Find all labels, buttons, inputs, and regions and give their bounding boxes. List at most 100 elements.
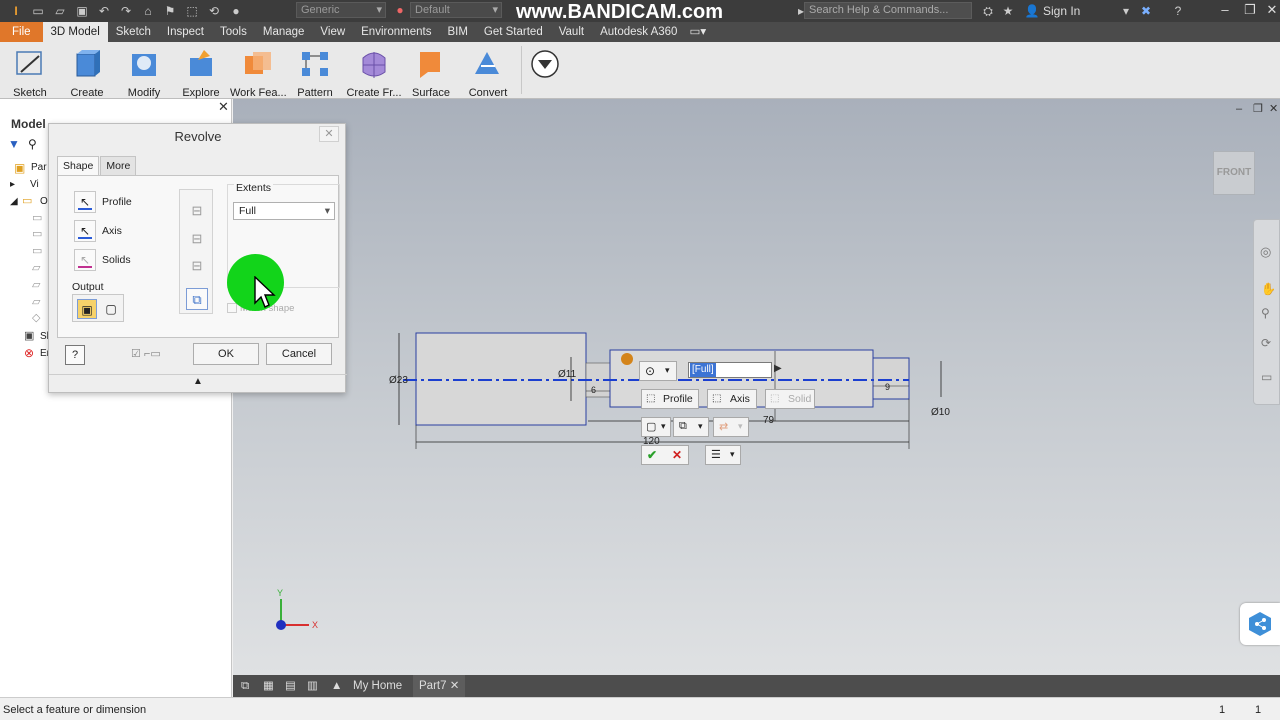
tab-file[interactable]: File: [0, 22, 43, 42]
home-icon[interactable]: ⌂: [140, 4, 156, 18]
tab-close-icon[interactable]: ✕: [450, 680, 460, 692]
measure-icon[interactable]: ⟲: [206, 4, 222, 18]
help-icon[interactable]: ?: [1170, 4, 1186, 18]
tile-horizontal-icon[interactable]: ▤: [279, 675, 302, 697]
appearance-combo[interactable]: Default: [410, 2, 502, 18]
work-features-button[interactable]: Work Fea...: [230, 46, 287, 99]
dialog-close-button[interactable]: ✕: [319, 126, 339, 142]
update-icon[interactable]: ⚑: [162, 4, 178, 18]
sketch-button[interactable]: Sketch: [2, 46, 58, 99]
modify-button[interactable]: Modify: [116, 46, 172, 99]
user-icon[interactable]: 👤: [1024, 4, 1040, 18]
graphics-viewport[interactable]: – ❐ ✕ FRONT ◎ ✋ ⚲ ⟳ ▭ Y X Ø23 Ø11 6 9 Ø1…: [233, 99, 1280, 675]
chevron-down-icon[interactable]: ▾: [1118, 4, 1134, 18]
select-icon[interactable]: ⬚: [184, 4, 200, 18]
collapse-arrow-icon[interactable]: ◢: [10, 196, 18, 207]
cut-operation-icon[interactable]: ⊟: [186, 228, 208, 250]
tab-manage[interactable]: Manage: [255, 22, 313, 42]
save-icon[interactable]: ▣: [74, 4, 90, 18]
ribbon-expand-button[interactable]: [517, 46, 573, 98]
tab-bim[interactable]: BIM: [439, 22, 475, 42]
dimension-d23[interactable]: Ø23: [389, 375, 408, 386]
communication-icon[interactable]: ⛭: [980, 4, 996, 18]
solids-selector[interactable]: ↖ Solids: [74, 248, 131, 272]
explore-button[interactable]: Explore: [173, 46, 229, 99]
tree-item-part[interactable]: Par: [31, 162, 47, 173]
mini-solid-button[interactable]: ⬚ Solid: [765, 389, 815, 409]
create-button[interactable]: Create: [59, 46, 115, 99]
tile-vertical-icon[interactable]: ▥: [301, 675, 324, 697]
mini-axis-button[interactable]: ⬚ Axis: [707, 389, 757, 409]
exchange-icon[interactable]: ✖: [1138, 4, 1154, 18]
new-solid-icon[interactable]: ⧉: [186, 288, 208, 310]
tab-more[interactable]: More: [100, 156, 137, 176]
open-file-icon[interactable]: ▱: [52, 4, 68, 18]
dimension-6[interactable]: 6: [591, 385, 596, 395]
dimension-d11[interactable]: Ø11: [558, 369, 576, 380]
browser-close-icon[interactable]: ✕: [218, 99, 229, 115]
intersect-operation-icon[interactable]: ⊟: [186, 255, 208, 277]
ribbon-options-icon[interactable]: ▭▾: [685, 22, 710, 42]
help-icon[interactable]: ?: [65, 345, 85, 365]
axis-selector[interactable]: ↖ Axis: [74, 219, 122, 243]
redo-icon[interactable]: ↷: [118, 4, 134, 18]
favorites-star-icon[interactable]: ★: [1000, 4, 1016, 18]
tab-view[interactable]: View: [312, 22, 353, 42]
filter-icon[interactable]: ▼: [8, 137, 20, 151]
apply-arrow-icon[interactable]: ▶: [774, 363, 782, 374]
cancel-x-icon[interactable]: ✕: [672, 448, 682, 462]
dimension-9[interactable]: 9: [885, 382, 890, 392]
cancel-button[interactable]: Cancel: [266, 343, 332, 365]
revolve-mode-dropdown[interactable]: ⊙ ▾: [639, 361, 677, 381]
find-binoculars-icon[interactable]: ⚲: [28, 137, 37, 151]
join-operation-icon[interactable]: ⊟: [186, 200, 208, 222]
tab-sketch[interactable]: Sketch: [108, 22, 159, 42]
mini-direction-dropdown[interactable]: ⇄ ▾: [713, 417, 749, 437]
dialog-expander[interactable]: ▲: [49, 374, 347, 394]
tab-3d-model[interactable]: 3D Model: [42, 22, 108, 42]
ok-check-icon[interactable]: ✔: [647, 448, 657, 462]
profile-selector[interactable]: ↖ Profile: [74, 190, 132, 214]
share-button[interactable]: [1240, 603, 1280, 645]
tab-my-home[interactable]: My Home: [347, 675, 408, 697]
surface-output-icon[interactable]: ▢: [101, 299, 121, 319]
pattern-button[interactable]: Pattern: [287, 46, 343, 99]
create-freeform-button[interactable]: Create Fr...: [344, 46, 404, 99]
tree-item-origin[interactable]: O: [40, 196, 48, 207]
inventor-logo-icon[interactable]: I: [8, 4, 24, 18]
undo-icon[interactable]: ↶: [96, 4, 112, 18]
extent-value-input[interactable]: [Full]: [688, 362, 772, 378]
expand-arrow-icon[interactable]: ▸: [10, 179, 15, 190]
convert-button[interactable]: Convert: [460, 46, 516, 99]
profile-select-arrow-icon[interactable]: ↖: [74, 191, 96, 213]
tab-shape[interactable]: Shape: [57, 156, 100, 176]
shaft-section-small[interactable]: [872, 357, 910, 400]
ok-button[interactable]: OK: [193, 343, 259, 365]
mini-options-dropdown[interactable]: ☰ ▾: [705, 445, 741, 465]
tab-get-started[interactable]: Get Started: [476, 22, 551, 42]
tab-tools[interactable]: Tools: [212, 22, 255, 42]
mini-profile-button[interactable]: ⬚ Profile: [641, 389, 699, 409]
mini-operation-dropdown[interactable]: ⧉ ▾: [673, 417, 709, 437]
document-list-icon[interactable]: ▲: [325, 675, 348, 697]
tile-icon[interactable]: ▦: [257, 675, 280, 697]
tab-autodesk-a360[interactable]: Autodesk A360: [592, 22, 685, 42]
color-icon[interactable]: ●: [228, 4, 244, 18]
minimize-icon[interactable]: –: [1215, 2, 1235, 17]
help-search-input[interactable]: Search Help & Commands...: [804, 2, 972, 19]
solids-select-arrow-icon[interactable]: ↖: [74, 249, 96, 271]
axis-select-arrow-icon[interactable]: ↖: [74, 220, 96, 242]
close-icon[interactable]: ✕: [1262, 2, 1280, 18]
solid-output-icon[interactable]: ▣: [77, 299, 97, 319]
dimension-79[interactable]: 79: [763, 415, 774, 426]
tab-inspect[interactable]: Inspect: [159, 22, 212, 42]
extents-select[interactable]: Full: [233, 202, 335, 220]
new-file-icon[interactable]: ▭: [30, 4, 46, 18]
surface-button[interactable]: Surface: [403, 46, 459, 99]
sign-in-link[interactable]: Sign In: [1043, 4, 1080, 18]
tab-environments[interactable]: Environments: [353, 22, 439, 42]
preview-toggle[interactable]: ☑ ⌐▭: [131, 347, 161, 360]
dimension-d10[interactable]: Ø10: [931, 407, 950, 418]
tab-vault[interactable]: Vault: [551, 22, 592, 42]
restore-icon[interactable]: ❐: [1240, 2, 1260, 18]
